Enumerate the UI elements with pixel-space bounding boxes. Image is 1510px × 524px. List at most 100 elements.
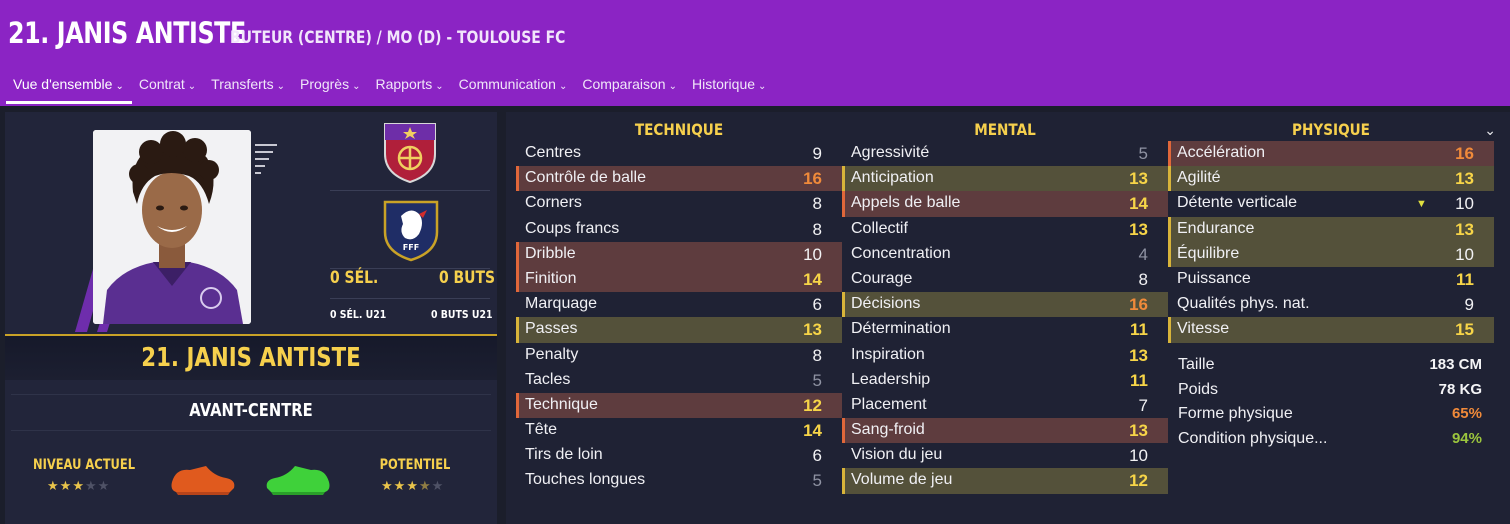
attribute-value: 10 <box>1455 244 1474 264</box>
attribute-name: Vision du jeu <box>851 446 943 464</box>
attribute-row[interactable]: Leadership 11 <box>842 368 1168 393</box>
attribute-name: Dribble <box>525 244 576 262</box>
tab-history[interactable]: Historique ⌄ <box>685 70 774 104</box>
attribute-row[interactable]: Accélération 16 <box>1168 141 1494 167</box>
chevron-down-icon: ⌄ <box>276 81 286 92</box>
attribute-name: Inspiration <box>851 345 925 363</box>
star-icon: ★ <box>72 478 85 493</box>
attribute-value: 8 <box>1138 269 1148 289</box>
attribute-name: Endurance <box>1177 219 1255 237</box>
attribute-row[interactable]: Courage 8 <box>842 267 1168 292</box>
attribute-value: 13 <box>1129 219 1148 239</box>
player-portrait-image <box>93 130 251 324</box>
chevron-down-icon: ⌄ <box>115 81 124 92</box>
attribute-row[interactable]: Qualités phys. nat. 9 <box>1168 292 1494 317</box>
attribute-row[interactable]: Agilité 13 <box>1168 166 1494 192</box>
attribute-value: 6 <box>812 295 822 315</box>
tab-reports[interactable]: Rapports ⌄ <box>368 70 451 104</box>
attribute-row[interactable]: Placement 7 <box>842 393 1168 418</box>
club-badge-icon[interactable] <box>381 120 439 184</box>
attribute-row[interactable]: Inspiration 13 <box>842 343 1168 368</box>
attribute-value: 16 <box>1129 295 1148 315</box>
player-name: 21. JANIS ANTISTE <box>141 343 361 373</box>
attribute-row[interactable]: Anticipation 13 <box>842 166 1168 192</box>
technique-heading: TECHNIQUE <box>634 120 724 139</box>
attribute-name: Équilibre <box>1177 244 1240 262</box>
attribute-name: Détermination <box>851 320 951 338</box>
attribute-row[interactable]: Passes 13 <box>516 317 842 343</box>
star-icon: ★ <box>381 478 394 493</box>
star-icon: ★ <box>418 478 432 493</box>
tab-overview[interactable]: Vue d'ensemble ⌄ <box>6 70 132 104</box>
attribute-value: 8 <box>812 345 822 365</box>
attribute-row[interactable]: Collectif 13 <box>842 217 1168 242</box>
attribute-row[interactable]: Centres 9 <box>516 141 842 166</box>
svg-text:FFF: FFF <box>403 243 419 252</box>
attribute-row[interactable]: Tacles 5 <box>516 368 842 393</box>
attribute-row[interactable]: Vitesse 15 <box>1168 317 1494 343</box>
attribute-value: 13 <box>1455 219 1474 239</box>
attribute-name: Accélération <box>1177 144 1266 161</box>
attribute-row[interactable]: Dribble 10 <box>516 241 842 267</box>
attribute-row[interactable]: Détente verticale 10 <box>1168 191 1494 216</box>
attribute-name: Tête <box>525 421 558 439</box>
attribute-row[interactable]: Décisions 16 <box>842 292 1168 318</box>
attribute-row[interactable]: Penalty 8 <box>516 343 842 368</box>
attribute-row[interactable]: Puissance 11 <box>1168 267 1494 292</box>
tab-progress[interactable]: Progrès ⌄ <box>293 70 368 104</box>
caps-count: 0 SÉL. <box>330 268 379 288</box>
attribute-row[interactable]: Vision du jeu 10 <box>842 443 1168 468</box>
attribute-value: 8 <box>812 219 822 239</box>
attribute-row[interactable]: Appels de balle 14 <box>842 191 1168 217</box>
caps-u21: 0 SÉL. U21 <box>330 308 387 321</box>
player-subtitle: BUTEUR (CENTRE) / MO (D) - TOULOUSE FC <box>230 28 566 48</box>
attribute-row[interactable]: Agressivité 5 <box>842 141 1168 166</box>
chevron-down-icon[interactable]: ⌄ <box>1484 122 1496 139</box>
attribute-value: 6 <box>812 446 822 466</box>
attribute-name: Marquage <box>525 295 598 313</box>
attribute-name: Passes <box>525 320 578 338</box>
tab-transfers[interactable]: Transferts ⌄ <box>204 70 293 104</box>
tab-comparison[interactable]: Comparaison ⌄ <box>575 70 685 104</box>
info-label: Condition physique... <box>1178 429 1328 447</box>
tab-label: Historique <box>691 76 756 92</box>
attribute-value: 10 <box>803 244 822 264</box>
star-icon: ★ <box>47 478 60 493</box>
attribute-row[interactable]: Volume de jeu 12 <box>842 468 1168 494</box>
attribute-row[interactable]: Tête 14 <box>516 418 842 443</box>
attribute-value: 9 <box>812 144 822 163</box>
attribute-name: Touches longues <box>525 471 646 489</box>
divider <box>330 298 490 299</box>
tab-label: Communication <box>458 76 556 92</box>
attribute-row[interactable]: Touches longues 5 <box>516 468 842 493</box>
attribute-row[interactable]: Endurance 13 <box>1168 216 1494 242</box>
attribute-row[interactable]: Tirs de loin 6 <box>516 443 842 468</box>
attribute-row[interactable]: Finition 14 <box>516 266 842 293</box>
potential-label: POTENTIEL <box>379 457 451 473</box>
tab-label: Comparaison <box>582 76 666 92</box>
physique-list: Accélération 16 Agilité 13 Détente verticale… <box>1168 141 1494 343</box>
attribute-name: Leadership <box>851 370 931 388</box>
physique-heading: PHYSIQUE <box>1292 120 1370 139</box>
attribute-row[interactable]: Technique 12 <box>516 392 842 419</box>
attribute-name: Qualités phys. nat. <box>1177 295 1310 313</box>
attribute-value: 5 <box>812 471 822 491</box>
tab-communication[interactable]: Communication ⌄ <box>452 70 576 104</box>
attribute-row[interactable]: Contrôle de balle 16 <box>516 166 842 192</box>
attribute-row[interactable]: Coups francs 8 <box>516 217 842 242</box>
attribute-name: Puissance <box>1177 269 1251 287</box>
nation-badge-icon[interactable]: FFF <box>381 196 441 262</box>
attribute-value: 8 <box>812 194 822 214</box>
attribute-name: Vitesse <box>1177 320 1230 338</box>
tab-contract[interactable]: Contrat ⌄ <box>132 70 204 104</box>
attribute-row[interactable]: Marquage 6 <box>516 292 842 317</box>
attribute-value: 13 <box>1129 421 1148 441</box>
attribute-row[interactable]: Équilibre 10 <box>1168 241 1494 267</box>
divider <box>330 190 490 191</box>
goals-count: 0 BUTS <box>439 268 496 288</box>
attribute-value: 16 <box>1455 144 1474 163</box>
attribute-row[interactable]: Concentration 4 <box>842 242 1168 267</box>
attribute-row[interactable]: Corners 8 <box>516 191 842 216</box>
attribute-row[interactable]: Détermination 11 <box>842 317 1168 342</box>
attribute-row[interactable]: Sang-froid 13 <box>842 418 1168 444</box>
